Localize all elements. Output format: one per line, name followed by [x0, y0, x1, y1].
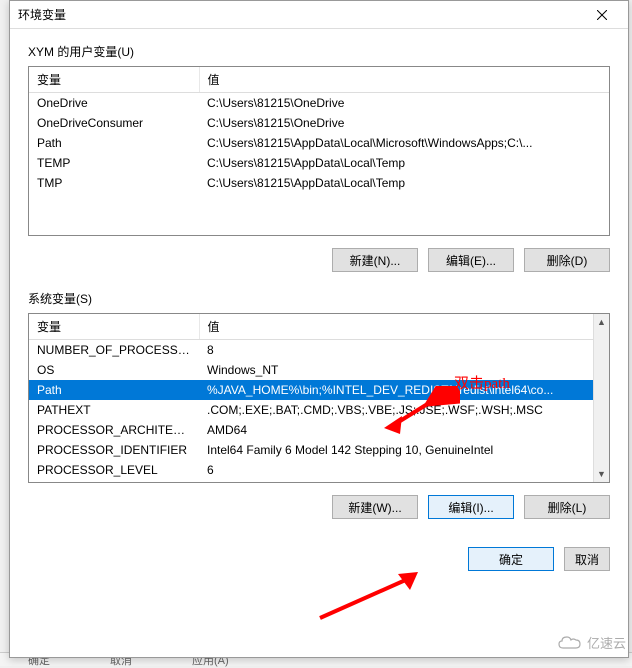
table-row[interactable]: OSWindows_NT: [29, 360, 609, 380]
table-row[interactable]: OneDriveConsumerC:\Users\81215\OneDrive: [29, 113, 609, 133]
user-edit-button[interactable]: 编辑(E)...: [428, 248, 514, 272]
table-row[interactable]: OneDriveC:\Users\81215\OneDrive: [29, 93, 609, 114]
sys-scrollbar[interactable]: ▲ ▼: [593, 314, 609, 482]
user-vars-label: XYM 的用户变量(U): [28, 43, 610, 60]
dialog-title: 环境变量: [18, 6, 584, 23]
table-row-path[interactable]: Path%JAVA_HOME%\bin;%INTEL_DEV_REDIST%re…: [29, 380, 609, 400]
watermark-text: 亿速云: [587, 633, 626, 652]
titlebar[interactable]: 环境变量: [10, 1, 628, 29]
scroll-up-icon[interactable]: ▲: [594, 314, 609, 330]
env-vars-dialog: 环境变量 XYM 的用户变量(U) 变量 值 OneDriveC:\Users\…: [9, 0, 629, 658]
cancel-button[interactable]: 取消: [564, 547, 610, 571]
sys-col-var[interactable]: 变量: [29, 314, 199, 340]
watermark: 亿速云: [557, 633, 626, 652]
close-icon: [597, 10, 607, 20]
table-row[interactable]: PathC:\Users\81215\AppData\Local\Microso…: [29, 133, 609, 153]
scroll-down-icon[interactable]: ▼: [594, 466, 609, 482]
table-row[interactable]: TEMPC:\Users\81215\AppData\Local\Temp: [29, 153, 609, 173]
sys-delete-button[interactable]: 删除(L): [524, 495, 610, 519]
table-row[interactable]: TMPC:\Users\81215\AppData\Local\Temp: [29, 173, 609, 193]
sys-vars-label: 系统变量(S): [28, 290, 610, 307]
table-row[interactable]: NUMBER_OF_PROCESSORS8: [29, 340, 609, 361]
cloud-icon: [557, 635, 583, 651]
table-row[interactable]: PATHEXT.COM;.EXE;.BAT;.CMD;.VBS;.VBE;.JS…: [29, 400, 609, 420]
user-col-var[interactable]: 变量: [29, 67, 199, 93]
close-button[interactable]: [584, 4, 620, 26]
table-row[interactable]: PROCESSOR_ARCHITECT...AMD64: [29, 420, 609, 440]
sys-col-val[interactable]: 值: [199, 314, 609, 340]
sys-vars-table[interactable]: 变量 值 NUMBER_OF_PROCESSORS8 OSWindows_NT …: [28, 313, 610, 483]
user-new-button[interactable]: 新建(N)...: [332, 248, 418, 272]
table-row[interactable]: PROCESSOR_IDENTIFIERIntel64 Family 6 Mod…: [29, 440, 609, 460]
sys-new-button[interactable]: 新建(W)...: [332, 495, 418, 519]
user-col-val[interactable]: 值: [199, 67, 609, 93]
user-vars-table[interactable]: 变量 值 OneDriveC:\Users\81215\OneDrive One…: [28, 66, 610, 236]
sys-edit-button[interactable]: 编辑(I)...: [428, 495, 514, 519]
table-row[interactable]: PROCESSOR_LEVEL6: [29, 460, 609, 480]
user-delete-button[interactable]: 删除(D): [524, 248, 610, 272]
ok-button[interactable]: 确定: [468, 547, 554, 571]
